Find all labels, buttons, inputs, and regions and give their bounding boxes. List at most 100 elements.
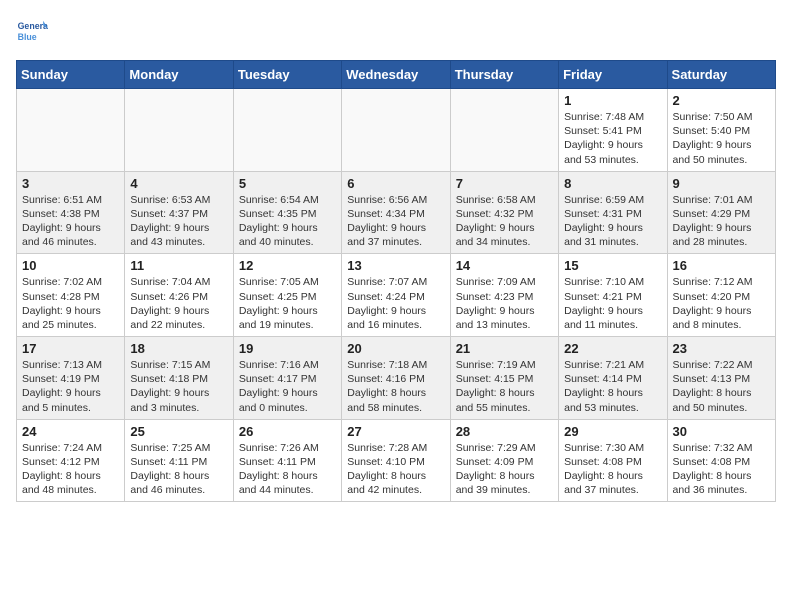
- day-number: 10: [22, 258, 119, 273]
- day-info: Sunrise: 7:18 AM Sunset: 4:16 PM Dayligh…: [347, 358, 444, 415]
- day-info: Sunrise: 6:59 AM Sunset: 4:31 PM Dayligh…: [564, 193, 661, 250]
- calendar-day: [450, 89, 558, 172]
- day-number: 8: [564, 176, 661, 191]
- calendar-day: 18 Sunrise: 7:15 AM Sunset: 4:18 PM Dayli…: [125, 337, 233, 420]
- day-info: Sunrise: 7:22 AM Sunset: 4:13 PM Dayligh…: [673, 358, 770, 415]
- day-info: Sunrise: 7:16 AM Sunset: 4:17 PM Dayligh…: [239, 358, 336, 415]
- calendar-day: 13 Sunrise: 7:07 AM Sunset: 4:24 PM Dayli…: [342, 254, 450, 337]
- day-info: Sunrise: 7:13 AM Sunset: 4:19 PM Dayligh…: [22, 358, 119, 415]
- day-number: 20: [347, 341, 444, 356]
- logo: General Blue: [16, 16, 48, 48]
- day-info: Sunrise: 6:56 AM Sunset: 4:34 PM Dayligh…: [347, 193, 444, 250]
- calendar-day: 16 Sunrise: 7:12 AM Sunset: 4:20 PM Dayli…: [667, 254, 775, 337]
- calendar-day: 26 Sunrise: 7:26 AM Sunset: 4:11 PM Dayli…: [233, 419, 341, 502]
- calendar-day: 4 Sunrise: 6:53 AM Sunset: 4:37 PM Daylig…: [125, 171, 233, 254]
- day-info: Sunrise: 6:51 AM Sunset: 4:38 PM Dayligh…: [22, 193, 119, 250]
- svg-text:Blue: Blue: [18, 32, 37, 42]
- calendar-day: 23 Sunrise: 7:22 AM Sunset: 4:13 PM Dayli…: [667, 337, 775, 420]
- day-number: 28: [456, 424, 553, 439]
- day-info: Sunrise: 7:04 AM Sunset: 4:26 PM Dayligh…: [130, 275, 227, 332]
- calendar-day: 29 Sunrise: 7:30 AM Sunset: 4:08 PM Dayli…: [559, 419, 667, 502]
- column-header-monday: Monday: [125, 61, 233, 89]
- calendar-day: [17, 89, 125, 172]
- calendar-week-row: 24 Sunrise: 7:24 AM Sunset: 4:12 PM Dayli…: [17, 419, 776, 502]
- calendar-day: [342, 89, 450, 172]
- calendar-day: 3 Sunrise: 6:51 AM Sunset: 4:38 PM Daylig…: [17, 171, 125, 254]
- column-header-sunday: Sunday: [17, 61, 125, 89]
- day-info: Sunrise: 7:15 AM Sunset: 4:18 PM Dayligh…: [130, 358, 227, 415]
- calendar-day: 7 Sunrise: 6:58 AM Sunset: 4:32 PM Daylig…: [450, 171, 558, 254]
- day-info: Sunrise: 6:53 AM Sunset: 4:37 PM Dayligh…: [130, 193, 227, 250]
- day-info: Sunrise: 7:05 AM Sunset: 4:25 PM Dayligh…: [239, 275, 336, 332]
- calendar-day: 2Sunrise: 7:50 AM Sunset: 5:40 PM Daylig…: [667, 89, 775, 172]
- calendar-day: [233, 89, 341, 172]
- calendar-day: 24 Sunrise: 7:24 AM Sunset: 4:12 PM Dayli…: [17, 419, 125, 502]
- column-header-friday: Friday: [559, 61, 667, 89]
- day-number: 1: [564, 93, 661, 108]
- calendar-week-row: 10 Sunrise: 7:02 AM Sunset: 4:28 PM Dayli…: [17, 254, 776, 337]
- day-number: 21: [456, 341, 553, 356]
- day-number: 25: [130, 424, 227, 439]
- day-number: 26: [239, 424, 336, 439]
- column-header-wednesday: Wednesday: [342, 61, 450, 89]
- day-info: Sunrise: 6:58 AM Sunset: 4:32 PM Dayligh…: [456, 193, 553, 250]
- day-info: Sunrise: 7:02 AM Sunset: 4:28 PM Dayligh…: [22, 275, 119, 332]
- day-number: 2: [673, 93, 770, 108]
- day-number: 12: [239, 258, 336, 273]
- calendar-day: 1 Sunrise: 7:48 AM Sunset: 5:41 PM Daylig…: [559, 89, 667, 172]
- column-header-saturday: Saturday: [667, 61, 775, 89]
- day-number: 16: [673, 258, 770, 273]
- day-number: 3: [22, 176, 119, 191]
- logo-icon: General Blue: [16, 16, 48, 48]
- calendar-week-row: 1 Sunrise: 7:48 AM Sunset: 5:41 PM Daylig…: [17, 89, 776, 172]
- day-number: 5: [239, 176, 336, 191]
- column-header-tuesday: Tuesday: [233, 61, 341, 89]
- day-info: Sunrise: 7:32 AM Sunset: 4:08 PM Dayligh…: [673, 441, 770, 498]
- day-number: 13: [347, 258, 444, 273]
- day-number: 19: [239, 341, 336, 356]
- day-info: Sunrise: 7:10 AM Sunset: 4:21 PM Dayligh…: [564, 275, 661, 332]
- day-number: 14: [456, 258, 553, 273]
- page-header: General Blue: [16, 16, 776, 48]
- day-info: Sunrise: 7:21 AM Sunset: 4:14 PM Dayligh…: [564, 358, 661, 415]
- day-number: 7: [456, 176, 553, 191]
- column-header-thursday: Thursday: [450, 61, 558, 89]
- day-number: 6: [347, 176, 444, 191]
- calendar-day: 28 Sunrise: 7:29 AM Sunset: 4:09 PM Dayli…: [450, 419, 558, 502]
- day-info: Sunrise: 7:24 AM Sunset: 4:12 PM Dayligh…: [22, 441, 119, 498]
- calendar-day: 9Sunrise: 7:01 AM Sunset: 4:29 PM Daylig…: [667, 171, 775, 254]
- calendar-day: 17 Sunrise: 7:13 AM Sunset: 4:19 PM Dayli…: [17, 337, 125, 420]
- day-number: 18: [130, 341, 227, 356]
- calendar-day: 10 Sunrise: 7:02 AM Sunset: 4:28 PM Dayli…: [17, 254, 125, 337]
- calendar-day: 21Sunrise: 7:19 AM Sunset: 4:15 PM Dayli…: [450, 337, 558, 420]
- day-info: Sunrise: 7:30 AM Sunset: 4:08 PM Dayligh…: [564, 441, 661, 498]
- day-number: 22: [564, 341, 661, 356]
- day-number: 27: [347, 424, 444, 439]
- calendar-day: 6 Sunrise: 6:56 AM Sunset: 4:34 PM Daylig…: [342, 171, 450, 254]
- day-number: 23: [673, 341, 770, 356]
- day-info: Sunrise: 7:29 AM Sunset: 4:09 PM Dayligh…: [456, 441, 553, 498]
- day-info: Sunrise: 7:48 AM Sunset: 5:41 PM Dayligh…: [564, 110, 661, 167]
- day-info: Sunrise: 7:07 AM Sunset: 4:24 PM Dayligh…: [347, 275, 444, 332]
- day-info: Sunrise: 7:01 AM Sunset: 4:29 PM Dayligh…: [673, 193, 770, 250]
- day-number: 17: [22, 341, 119, 356]
- day-info: Sunrise: 7:26 AM Sunset: 4:11 PM Dayligh…: [239, 441, 336, 498]
- day-number: 11: [130, 258, 227, 273]
- calendar-header-row: SundayMondayTuesdayWednesdayThursdayFrid…: [17, 61, 776, 89]
- calendar-day: 5Sunrise: 6:54 AM Sunset: 4:35 PM Daylig…: [233, 171, 341, 254]
- calendar-day: 11 Sunrise: 7:04 AM Sunset: 4:26 PM Dayli…: [125, 254, 233, 337]
- calendar-day: 27 Sunrise: 7:28 AM Sunset: 4:10 PM Dayli…: [342, 419, 450, 502]
- calendar-week-row: 17 Sunrise: 7:13 AM Sunset: 4:19 PM Dayli…: [17, 337, 776, 420]
- calendar-day: 20 Sunrise: 7:18 AM Sunset: 4:16 PM Dayli…: [342, 337, 450, 420]
- day-number: 30: [673, 424, 770, 439]
- calendar-day: 22 Sunrise: 7:21 AM Sunset: 4:14 PM Dayli…: [559, 337, 667, 420]
- day-info: Sunrise: 7:12 AM Sunset: 4:20 PM Dayligh…: [673, 275, 770, 332]
- calendar-table: SundayMondayTuesdayWednesdayThursdayFrid…: [16, 60, 776, 502]
- day-number: 24: [22, 424, 119, 439]
- day-number: 4: [130, 176, 227, 191]
- day-info: Sunrise: 7:28 AM Sunset: 4:10 PM Dayligh…: [347, 441, 444, 498]
- day-number: 15: [564, 258, 661, 273]
- calendar-week-row: 3 Sunrise: 6:51 AM Sunset: 4:38 PM Daylig…: [17, 171, 776, 254]
- day-number: 29: [564, 424, 661, 439]
- day-info: Sunrise: 7:09 AM Sunset: 4:23 PM Dayligh…: [456, 275, 553, 332]
